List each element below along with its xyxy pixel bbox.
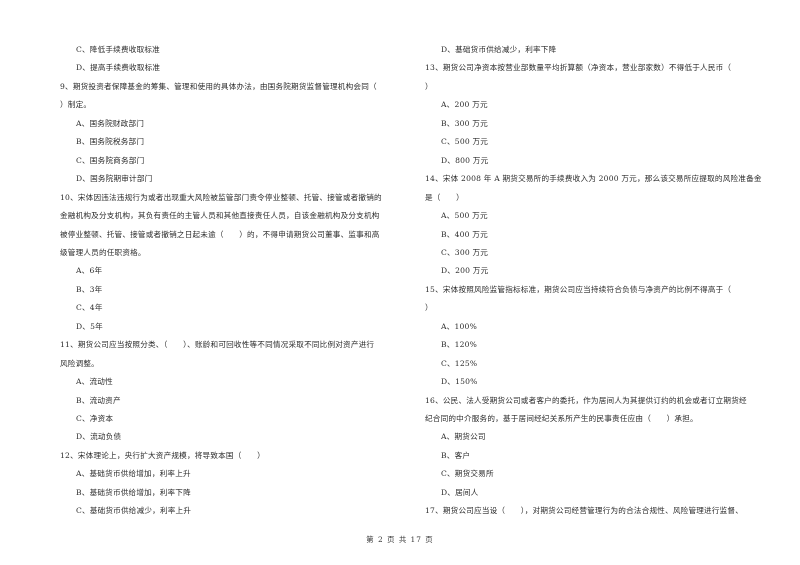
answer-option: A、流动性 [76,377,113,387]
answer-option: C、4年 [76,303,103,313]
answer-option: D、基础货币供给减少，利率下降 [441,45,557,54]
answer-option: C、净资本 [76,414,114,423]
question-text: 14、宋体 2008 年 A 期货交易所的手续费收入为 2000 万元，那么该交… [425,174,762,184]
answer-option: D、提高手续费收取标准 [76,63,161,73]
question-text: 9、期货投资者保障基金的筹集、管理和使用的具体办法，由国务院期货监督管理机构会同… [60,81,377,91]
question-text-continued: 是（ ） [425,192,464,202]
answer-option: D、居间人 [441,487,479,497]
question-text: 17、期货公司应当设（ ），对期货公司经营管理行为的合法合规性、风险管理进行监督… [425,506,744,516]
answer-option: C、降低手续费收取标准 [76,45,160,54]
question-text: 11、期货公司应当按照分类、（ ）、账龄和可回收性等不同情况采取不同比例对资产进… [60,340,375,350]
answer-option: D、150% [441,377,478,387]
answer-option: B、3年 [76,284,103,294]
answer-option: C、300 万元 [441,247,489,257]
question-text-continued: 级管理人员的任职资格。 [60,247,146,257]
answer-option: B、基础货币供给增加，利率下降 [76,487,191,497]
answer-option: A、100% [441,321,477,331]
page-footer: 第 2 页 共 17 页 [366,535,434,544]
answer-option: D、流动负债 [76,432,122,442]
question-text-continued: 被停业整顿、托管、接管或者撤销之日起未逾（ ）的，不得申请期货公司董事、监事和高 [60,229,380,239]
answer-option: C、500 万元 [441,137,489,147]
question-text: 13、期货公司净资本按营业部数量平均折算额（净资本，营业部家数）不得低于人民币（ [425,63,732,73]
answer-option: B、客户 [441,450,471,460]
answer-option: D、800 万元 [441,155,489,165]
answer-option: C、125% [441,358,478,368]
question-text-continued: ） [425,81,433,91]
question-text-continued: ）制定。 [60,100,92,110]
question-text: 12、宋体理论上，央行扩大资产规模，将导致本国（ ） [60,450,265,460]
question-text-continued: 纪合同的中介服务的，基于居间经纪关系所产生的民事责任应由（ ）承担。 [425,414,698,423]
answer-option: A、国务院财政部门 [76,118,145,128]
question-text: 16、公民、法人受期货公司或者客户的委托，作为居间人为其提供订约的机会或者订立期… [425,395,747,405]
answer-option: C、国务院商务部门 [76,155,145,165]
question-text: 15、宋体按照风险监管指标标准，期货公司应当持续符合负债与净资产的比例不得高于（ [425,284,732,294]
answer-option: D、200 万元 [441,266,489,276]
answer-option: B、120% [441,340,478,350]
answer-option: A、基础货币供给增加，利率上升 [76,469,191,479]
answer-option: A、期货公司 [441,432,486,442]
answer-option: A、6年 [76,266,103,276]
answer-option: D、国务院期审计部门 [76,174,153,184]
answer-option: B、国务院税务部门 [76,137,145,147]
answer-option: D、5年 [76,321,103,331]
answer-option: C、期货交易所 [441,469,494,479]
answer-option: A、200 万元 [441,100,488,110]
question-text-continued: ） [425,303,433,313]
answer-option: B、300 万元 [441,118,488,128]
answer-option: B、流动资产 [76,395,121,405]
question-text-continued: 金融机构及分支机构，其负有责任的主管人员和其他直接责任人员，自该金融机构及分支机… [60,211,380,221]
answer-option: B、400 万元 [441,229,488,239]
question-text-continued: 风险调整。 [60,358,99,368]
answer-option: C、基础货币供给减少，利率上升 [76,506,192,516]
answer-option: A、500 万元 [441,211,488,221]
question-text: 10、宋体因违法违规行为或者出现重大风险被监管部门责令停业整顿、托管、接管或者撤… [60,192,382,202]
